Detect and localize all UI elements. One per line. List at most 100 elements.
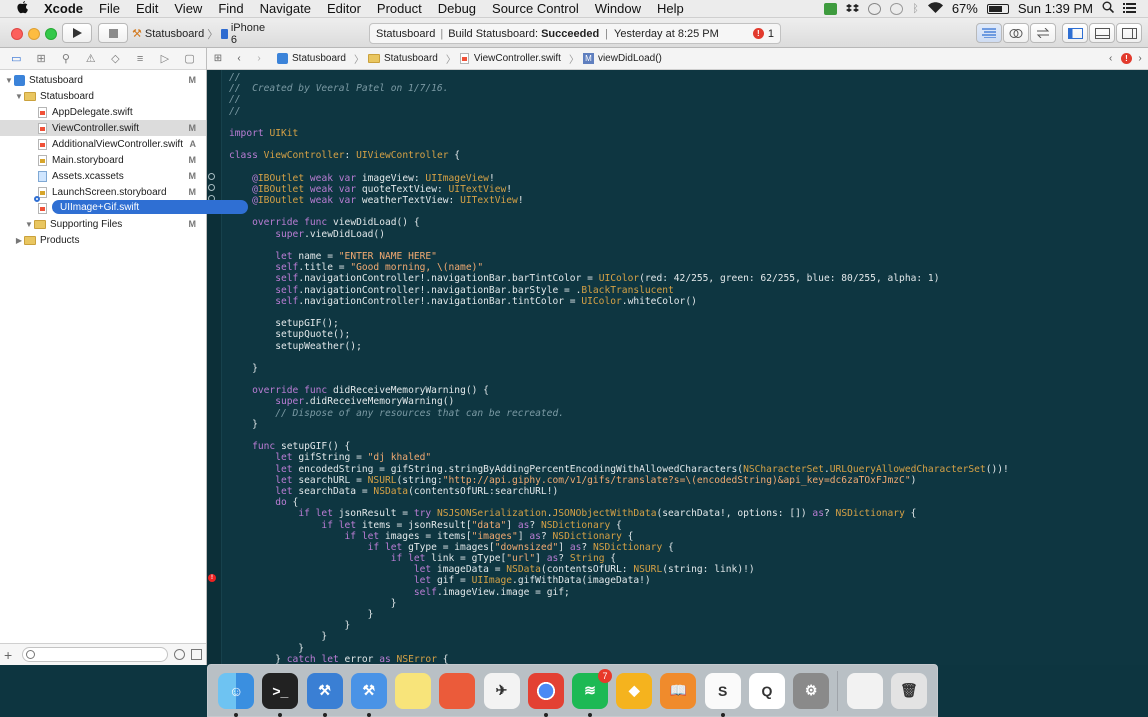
issue-error-icon[interactable]: ! (1121, 53, 1132, 64)
run-button[interactable] (62, 23, 92, 43)
code-line[interactable]: @IBOutlet weak var imageView: UIImageVie… (229, 173, 1009, 184)
wifi-icon[interactable] (927, 1, 943, 16)
code-line[interactable]: do { (229, 497, 1009, 508)
dock-chrome-icon[interactable] (527, 672, 564, 717)
dock-rdio-icon[interactable] (439, 672, 476, 709)
code-line[interactable] (229, 117, 1009, 128)
code-line[interactable] (229, 139, 1009, 150)
next-issue-icon[interactable]: › (1132, 53, 1148, 64)
standard-editor-button[interactable] (976, 23, 1002, 43)
notification-center-icon[interactable] (1123, 1, 1136, 16)
code-line[interactable]: setupWeather(); (229, 341, 1009, 352)
scm-filter-icon[interactable] (191, 649, 202, 660)
dock-quicktime-icon[interactable]: Q (748, 672, 785, 709)
menu-window[interactable]: Window (587, 0, 649, 18)
toggle-utilities-button[interactable] (1116, 23, 1142, 43)
code-line[interactable]: } (229, 419, 1009, 430)
minimize-window-button[interactable] (28, 28, 40, 40)
code-line[interactable]: func setupGIF() { (229, 441, 1009, 452)
dock-airmail-icon[interactable]: ✈ (483, 672, 520, 709)
code-line[interactable]: @IBOutlet weak var weatherTextView: UITe… (229, 195, 1009, 206)
code-line[interactable]: let gifString = "dj khaled" (229, 452, 1009, 463)
spotlight-icon[interactable] (1102, 1, 1115, 16)
disclosure-open-icon[interactable]: ▼ (4, 76, 14, 85)
code-line[interactable]: // (229, 94, 1009, 105)
menubar-clock[interactable]: Sun 1:39 PM (1018, 1, 1093, 16)
code-line[interactable] (229, 206, 1009, 217)
code-line[interactable]: self.navigationController!.navigationBar… (229, 285, 1009, 296)
code-line[interactable]: // (229, 72, 1009, 83)
breadcrumb-project[interactable]: Statusboard (277, 53, 346, 64)
source-editor[interactable]: ! //// Created by Veeral Patel on 1/7/16… (207, 70, 1148, 665)
code-line[interactable]: let name = "ENTER NAME HERE" (229, 251, 1009, 262)
disclosure-closed-icon[interactable]: ▶ (14, 236, 24, 245)
code-line[interactable]: } (229, 598, 1009, 609)
breadcrumb-group[interactable]: Statusboard (367, 53, 438, 64)
dock-finder-icon[interactable]: ☺ (218, 672, 255, 717)
tree-file-main-storyboard[interactable]: Main.storyboard M (0, 152, 206, 168)
back-arrow-icon[interactable]: ‹ (229, 53, 249, 64)
dock-downloads-stack-icon[interactable] (846, 672, 883, 709)
bluetooth-icon[interactable]: ᛒ (912, 3, 919, 15)
dock-xcode-icon[interactable]: ⚒ (306, 672, 343, 717)
code-line[interactable]: } (229, 643, 1009, 654)
toggle-navigator-button[interactable] (1062, 23, 1088, 43)
issue-error-indicator[interactable]: ! 1 (752, 28, 774, 40)
code-line[interactable]: } (229, 631, 1009, 642)
dock-slack-icon[interactable]: S (704, 672, 741, 717)
code-line[interactable]: let imageData = NSData(contentsOfURL: NS… (229, 564, 1009, 575)
debug-navigator-icon[interactable]: ≡ (133, 52, 147, 66)
toggle-debug-area-button[interactable] (1089, 23, 1115, 43)
outlet-connection-icon[interactable] (208, 184, 215, 191)
dock-spotify-icon[interactable]: ≋ 7 (571, 668, 612, 717)
zoom-window-button[interactable] (45, 28, 57, 40)
code-line[interactable]: override func didReceiveMemoryWarning() … (229, 385, 1009, 396)
time-machine-icon[interactable] (890, 2, 904, 15)
dock-sketch-icon[interactable]: ◆ (616, 672, 653, 709)
search-icon[interactable]: ⚲ (59, 52, 73, 66)
code-line[interactable]: setupGIF(); (229, 318, 1009, 329)
menu-view[interactable]: View (166, 0, 210, 18)
tree-group-products[interactable]: ▶ Products (0, 232, 206, 248)
code-line[interactable] (229, 162, 1009, 173)
code-line[interactable]: // (229, 106, 1009, 117)
code-line[interactable]: import UIKit (229, 128, 1009, 139)
apple-menu-icon[interactable] (12, 0, 32, 17)
version-editor-button[interactable] (1030, 23, 1056, 43)
code-line[interactable]: self.navigationController!.navigationBar… (229, 296, 1009, 307)
tree-file-viewcontroller[interactable]: ViewController.swift M (0, 120, 206, 136)
editor-gutter[interactable]: ! (207, 70, 222, 665)
menu-find[interactable]: Find (210, 0, 251, 18)
menu-debug[interactable]: Debug (430, 0, 484, 18)
error-marker-icon[interactable]: ! (208, 574, 216, 582)
code-line[interactable]: if let images = items["images"] as? NSDi… (229, 531, 1009, 542)
code-line[interactable]: if let items = jsonResult["data"] as? NS… (229, 520, 1009, 531)
tree-file-additionalviewcontroller[interactable]: AdditionalViewController.swift A (0, 136, 206, 152)
test-navigator-icon[interactable]: ◇ (108, 52, 122, 66)
tree-project-statusboard[interactable]: ▼ Statusboard M (0, 72, 206, 88)
related-items-icon[interactable]: ⊞ (207, 53, 229, 64)
breadcrumb-method[interactable]: M viewDidLoad() (582, 53, 662, 64)
code-line[interactable] (229, 352, 1009, 363)
tree-file-appdelegate[interactable]: AppDelegate.swift (0, 104, 206, 120)
code-line[interactable]: setupQuote(); (229, 329, 1009, 340)
menu-navigate[interactable]: Navigate (252, 0, 319, 18)
close-window-button[interactable] (11, 28, 23, 40)
code-line[interactable]: let gif = UIImage.gifWithData(imageData!… (229, 575, 1009, 586)
forward-arrow-icon[interactable]: › (249, 53, 269, 64)
menu-product[interactable]: Product (369, 0, 430, 18)
breadcrumb-file[interactable]: ViewController.swift (459, 53, 561, 64)
filter-input[interactable] (22, 647, 168, 662)
code-line[interactable] (229, 430, 1009, 441)
dock-ibooks-icon[interactable]: 📖 (660, 672, 697, 709)
code-line[interactable]: if let link = gType["url"] as? String { (229, 553, 1009, 564)
code-line[interactable]: } (229, 363, 1009, 374)
stop-button[interactable] (98, 23, 128, 43)
tree-file-launchscreen[interactable]: LaunchScreen.storyboard M (0, 184, 206, 200)
code-line[interactable]: self.navigationController!.navigationBar… (229, 273, 1009, 284)
code-line[interactable]: @IBOutlet weak var quoteTextView: UIText… (229, 184, 1009, 195)
scheme-selector[interactable]: ⚒ Statusboard 〉 iPhone 6 (132, 22, 272, 46)
outlet-connection-icon[interactable] (208, 173, 215, 180)
dock-terminal-icon[interactable]: >_ (262, 672, 299, 717)
dragged-file-item[interactable]: UIImage+Gif.swift (52, 200, 248, 214)
